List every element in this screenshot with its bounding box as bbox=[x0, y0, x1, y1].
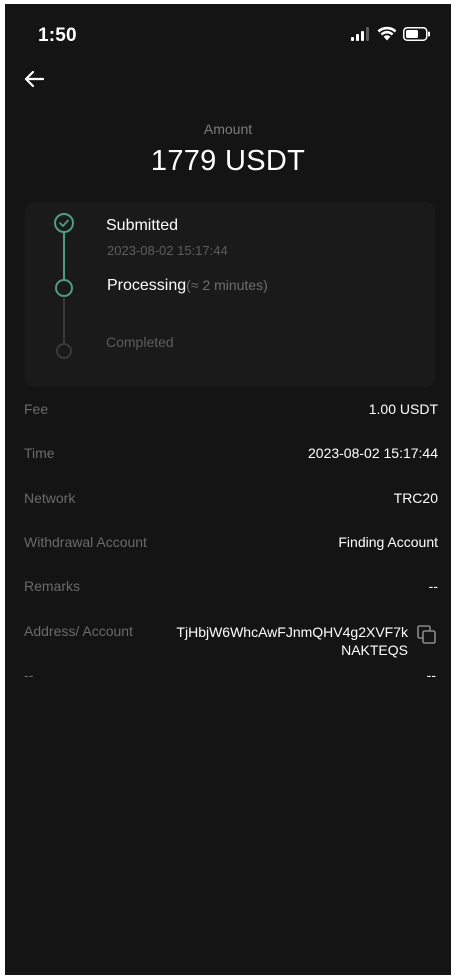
copy-icon[interactable] bbox=[416, 624, 438, 646]
signal-icon bbox=[351, 26, 369, 41]
status-icons bbox=[351, 26, 431, 41]
remarks-label: Remarks bbox=[24, 578, 81, 594]
status-time: 1:50 bbox=[38, 25, 77, 46]
extra-label: -- bbox=[24, 667, 34, 683]
network-row: Network TRC20 bbox=[24, 490, 438, 506]
withdrawal-account-label: Withdrawal Account bbox=[24, 534, 147, 550]
step-completed-title: Completed bbox=[106, 334, 174, 350]
timeline-node-processing bbox=[55, 279, 73, 297]
extra-value: -- bbox=[426, 667, 436, 683]
time-value: 2023-08-02 15:17:44 bbox=[308, 445, 438, 461]
battery-icon bbox=[403, 26, 430, 41]
timeline-node-submitted bbox=[54, 213, 74, 233]
amount-label: Amount bbox=[203, 121, 253, 137]
address-value[interactable]: TjHbjW6WhcAwFJnmQHV4g2XVF7kNAKTEQS bbox=[168, 623, 408, 659]
step-submitted-title: Submitted bbox=[106, 217, 179, 234]
fee-value: 1.00 USDT bbox=[368, 401, 438, 417]
status-timeline: Submitted 2023-08-02 15:17:44 Processing… bbox=[25, 202, 435, 387]
network-label: Network bbox=[24, 490, 76, 506]
back-arrow-icon[interactable] bbox=[21, 66, 47, 92]
fee-row: Fee 1.00 USDT bbox=[24, 401, 438, 417]
amount-value: 1779 USDT bbox=[150, 145, 306, 177]
time-row: Time 2023-08-02 15:17:44 bbox=[24, 445, 438, 461]
withdrawal-account-value: Finding Account bbox=[338, 534, 438, 550]
step-submitted-time: 2023-08-02 15:17:44 bbox=[107, 243, 228, 258]
step-processing: Processing(≈ 2 minutes) bbox=[107, 277, 268, 295]
address-label: Address/ Account bbox=[24, 623, 133, 639]
step-processing-eta: (≈ 2 minutes) bbox=[186, 277, 268, 293]
fee-label: Fee bbox=[24, 401, 49, 417]
extra-row: -- -- bbox=[24, 667, 438, 683]
wifi-icon bbox=[377, 26, 397, 41]
timeline-node-completed bbox=[56, 343, 72, 359]
address-row: Address/ Account TjHbjW6WhcAwFJnmQHV4g2X… bbox=[24, 623, 438, 659]
check-icon bbox=[59, 219, 69, 227]
timeline-pending-line bbox=[63, 298, 65, 346]
address-block: TjHbjW6WhcAwFJnmQHV4g2XVF7kNAKTEQS bbox=[168, 623, 438, 659]
network-value: TRC20 bbox=[393, 490, 438, 506]
withdrawal-detail-screen: 1:50 Amount 1779 USDT Submitted 2023-08-… bbox=[5, 4, 451, 975]
time-label: Time bbox=[24, 445, 55, 461]
remarks-row: Remarks -- bbox=[24, 578, 438, 594]
remarks-value: -- bbox=[428, 578, 438, 594]
withdrawal-account-row: Withdrawal Account Finding Account bbox=[24, 534, 438, 550]
step-processing-title: Processing bbox=[107, 277, 187, 294]
